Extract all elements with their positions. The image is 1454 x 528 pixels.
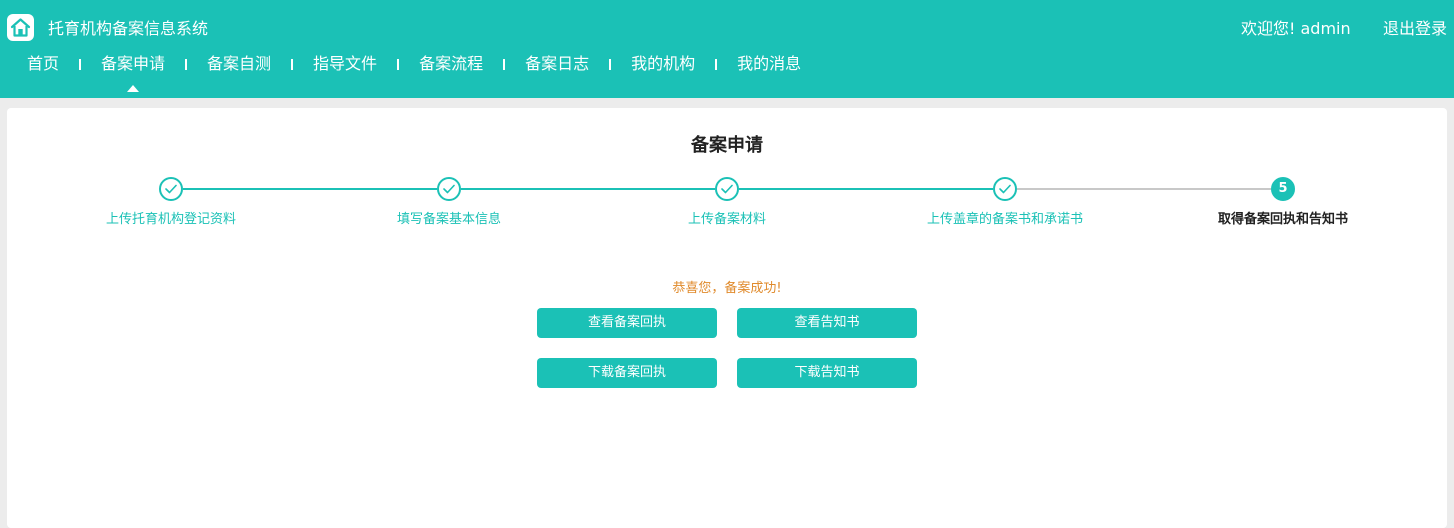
nav-divider: [715, 58, 718, 70]
step-1-check-icon: [159, 177, 183, 201]
nav-divider: [609, 58, 612, 70]
main-nav: 首页 备案申请 备案自测 指导文件 备案流程 备案日志 我的机构 我的消息: [27, 53, 801, 75]
nav-item-filing-application[interactable]: 备案申请: [101, 53, 165, 75]
active-nav-indicator: [127, 85, 139, 92]
step-5-label: 取得备案回执和告知书: [1217, 212, 1348, 227]
download-notice-button[interactable]: 下载告知书: [737, 358, 917, 388]
nav-divider: [397, 58, 400, 70]
step-4-label: 上传盖章的备案书和承诺书: [926, 212, 1083, 227]
step-3-check-icon: [715, 177, 739, 201]
nav-divider: [503, 58, 506, 70]
content-card: [7, 108, 1447, 528]
home-icon[interactable]: [7, 14, 34, 41]
logout-link[interactable]: 退出登录: [1383, 19, 1447, 39]
step-connector: [183, 188, 437, 190]
view-notice-button[interactable]: 查看告知书: [737, 308, 917, 338]
nav-divider: [185, 58, 188, 70]
nav-item-guidance-docs[interactable]: 指导文件: [313, 53, 377, 75]
step-3-label: 上传备案材料: [687, 212, 766, 227]
nav-divider: [291, 58, 294, 70]
step-2-label: 填写备案基本信息: [396, 212, 501, 227]
nav-item-filing-process[interactable]: 备案流程: [419, 53, 483, 75]
nav-item-home[interactable]: 首页: [27, 53, 59, 75]
step-4-check-icon: [993, 177, 1017, 201]
nav-item-my-messages[interactable]: 我的消息: [737, 53, 801, 75]
step-2-check-icon: [437, 177, 461, 201]
step-connector: [1017, 188, 1271, 190]
step-connector: [461, 188, 715, 190]
nav-divider: [79, 58, 82, 70]
success-message: 恭喜您，备案成功!: [672, 281, 782, 296]
page-title: 备案申请: [691, 135, 763, 156]
nav-item-my-institution[interactable]: 我的机构: [631, 53, 695, 75]
app-title: 托育机构备案信息系统: [48, 19, 209, 38]
download-receipt-button[interactable]: 下载备案回执: [537, 358, 717, 388]
welcome-text: 欢迎您! admin: [1241, 19, 1351, 38]
top-header: 托育机构备案信息系统 欢迎您! admin 退出登录 首页 备案申请 备案自测 …: [0, 0, 1454, 98]
step-connector: [739, 188, 993, 190]
view-receipt-button[interactable]: 查看备案回执: [537, 308, 717, 338]
step-5-number: 5: [1271, 177, 1295, 201]
nav-item-filing-log[interactable]: 备案日志: [525, 53, 589, 75]
nav-item-self-test[interactable]: 备案自测: [207, 53, 271, 75]
step-1-label: 上传托育机构登记资料: [105, 212, 236, 227]
